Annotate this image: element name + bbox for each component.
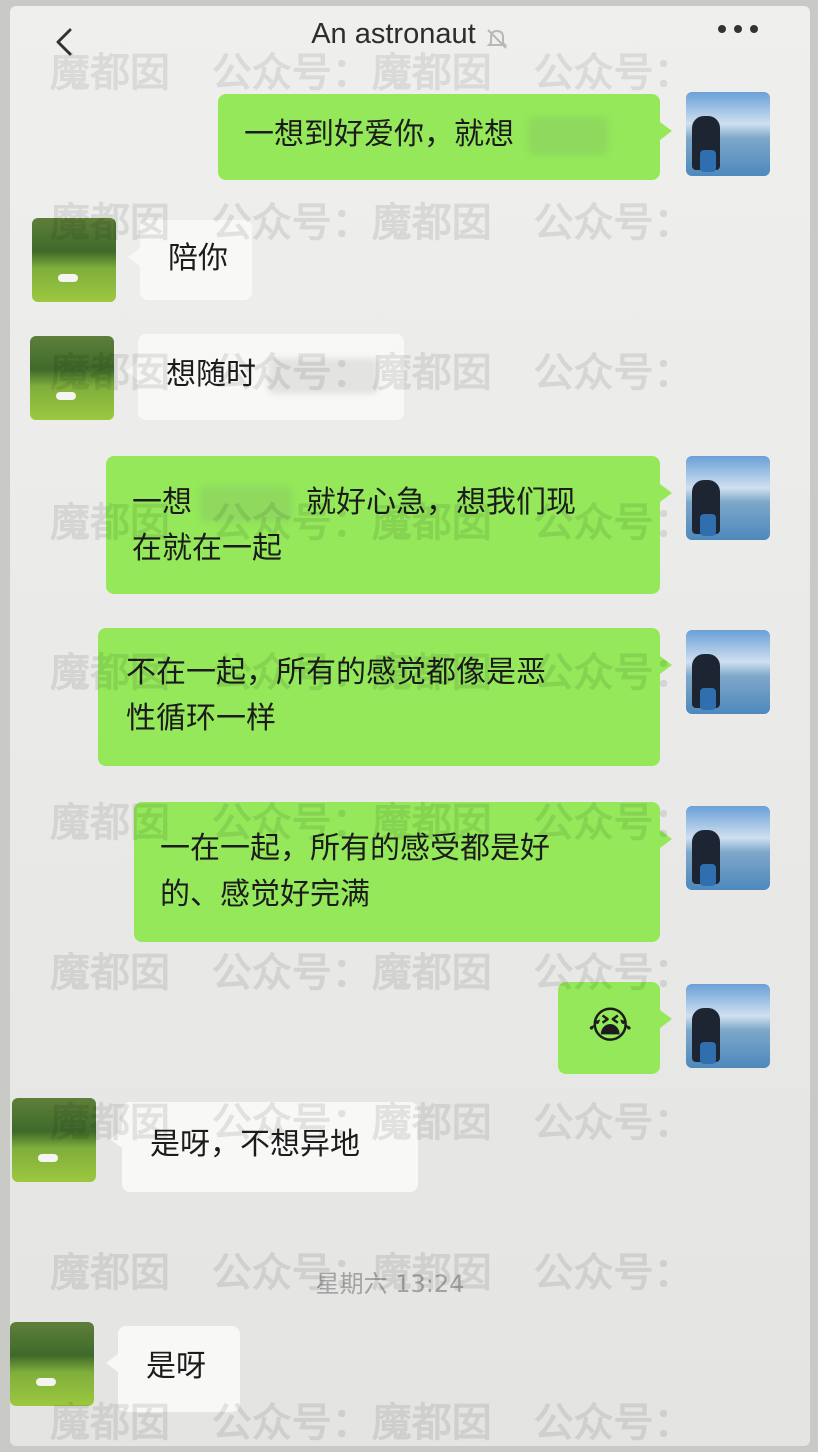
message-text: 是呀，不想异地: [150, 1127, 360, 1162]
redacted-text: [200, 485, 292, 522]
my-avatar[interactable]: [686, 630, 770, 714]
my-avatar[interactable]: [686, 456, 770, 540]
message-bubble-outgoing[interactable]: 不在一起，所有的感觉都像是恶 性循环一样: [98, 628, 672, 766]
message-text: 一想到好爱你，就想: [244, 117, 514, 152]
redacted-text: [268, 357, 378, 394]
ellipsis-icon[interactable]: [716, 24, 760, 34]
timestamp: 星期六 13:24: [315, 1270, 465, 1298]
message-text: 在就在一起: [132, 531, 282, 566]
redacted-text: [528, 116, 608, 155]
message-text: 不在一起，所有的感觉都像是恶: [126, 655, 546, 690]
contact-avatar[interactable]: [10, 1322, 94, 1406]
my-avatar[interactable]: [686, 92, 770, 176]
message-bubble-incoming[interactable]: 是呀: [106, 1326, 240, 1412]
message-bubble-incoming[interactable]: 是呀，不想异地: [110, 1102, 418, 1192]
contact-avatar[interactable]: [12, 1098, 96, 1182]
message-text: 想随时: [166, 357, 256, 392]
chat-title: An astronaut: [311, 18, 476, 50]
message-text: 陪你: [168, 241, 228, 276]
my-avatar[interactable]: [686, 984, 770, 1068]
message-bubble-incoming[interactable]: 陪你: [128, 220, 252, 300]
message-bubble-incoming[interactable]: 想随时: [126, 334, 404, 420]
message-text: 的、感觉好完满: [160, 877, 370, 912]
message-text: 性循环一样: [126, 701, 276, 736]
message-text: 就好心急，想我们现: [306, 485, 576, 520]
message-text: 一想: [132, 485, 192, 520]
my-avatar[interactable]: [686, 806, 770, 890]
chat-title-wrap: An astronaut: [240, 18, 580, 51]
message-text: 是呀: [146, 1349, 206, 1384]
crying-emoji: 😭: [588, 1003, 633, 1047]
message-bubble-outgoing[interactable]: 一想到好爱你，就想: [218, 94, 672, 180]
message-line: 一想 就好心急，想我们现: [132, 480, 660, 526]
message-bubble-outgoing[interactable]: 一在一起，所有的感受都是好 的、感觉好完满: [134, 802, 672, 942]
bell-mute-icon: [486, 28, 508, 49]
contact-avatar[interactable]: [30, 336, 114, 420]
message-bubble-outgoing[interactable]: 一想 就好心急，想我们现 在就在一起: [106, 456, 672, 594]
chevron-left-icon[interactable]: [54, 28, 74, 56]
contact-avatar[interactable]: [32, 218, 116, 302]
chat-header: An astronaut: [10, 6, 810, 62]
message-text: 一在一起，所有的感受都是好: [160, 831, 550, 866]
message-bubble-outgoing[interactable]: 😭: [558, 982, 672, 1074]
chat-screen: An astronaut 一想到好爱你，就想 陪你 想随时 一想 就好心急，想我们…: [10, 6, 810, 1446]
